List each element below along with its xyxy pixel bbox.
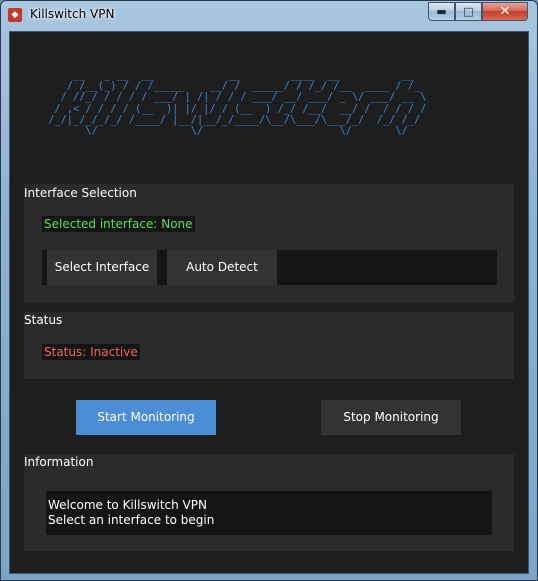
- window-title: Killswitch VPN: [30, 7, 115, 21]
- stop-monitoring-button[interactable]: Stop Monitoring: [321, 400, 461, 435]
- status-section-title: Status: [24, 313, 63, 327]
- ascii-logo-banner: __ _ __ __ __ ____ __ __ / /__(_) / / /_…: [48, 69, 427, 138]
- information-section-title: Information: [24, 455, 94, 469]
- interface-button-bar: Select Interface Auto Detect: [42, 250, 497, 285]
- maximize-button[interactable]: □: [455, 2, 482, 21]
- close-button[interactable]: ✕: [482, 2, 528, 21]
- app-window: ◆ Killswitch VPN ▬ □ ✕ __ _ __ __ __ ___…: [0, 0, 538, 581]
- info-line-hint: Select an interface to begin: [48, 513, 215, 527]
- interface-section-title-label: Interface Selection: [24, 186, 137, 200]
- status-label: Status: Inactive: [42, 344, 140, 360]
- minimize-button[interactable]: ▬: [428, 2, 455, 21]
- select-interface-button[interactable]: Select Interface: [47, 250, 157, 285]
- shield-icon: ◆: [8, 8, 22, 22]
- title-bar[interactable]: ◆ Killswitch VPN ▬ □ ✕: [1, 1, 537, 29]
- selected-interface-label: Selected interface: None: [42, 216, 195, 232]
- info-line-welcome: Welcome to Killswitch VPN: [48, 498, 207, 512]
- main-content: __ _ __ __ __ ____ __ __ / /__(_) / / /_…: [9, 31, 529, 574]
- information-text-box: Welcome to Killswitch VPN Select an inte…: [46, 491, 492, 535]
- start-monitoring-button[interactable]: Start Monitoring: [76, 400, 216, 435]
- auto-detect-button[interactable]: Auto Detect: [167, 250, 277, 285]
